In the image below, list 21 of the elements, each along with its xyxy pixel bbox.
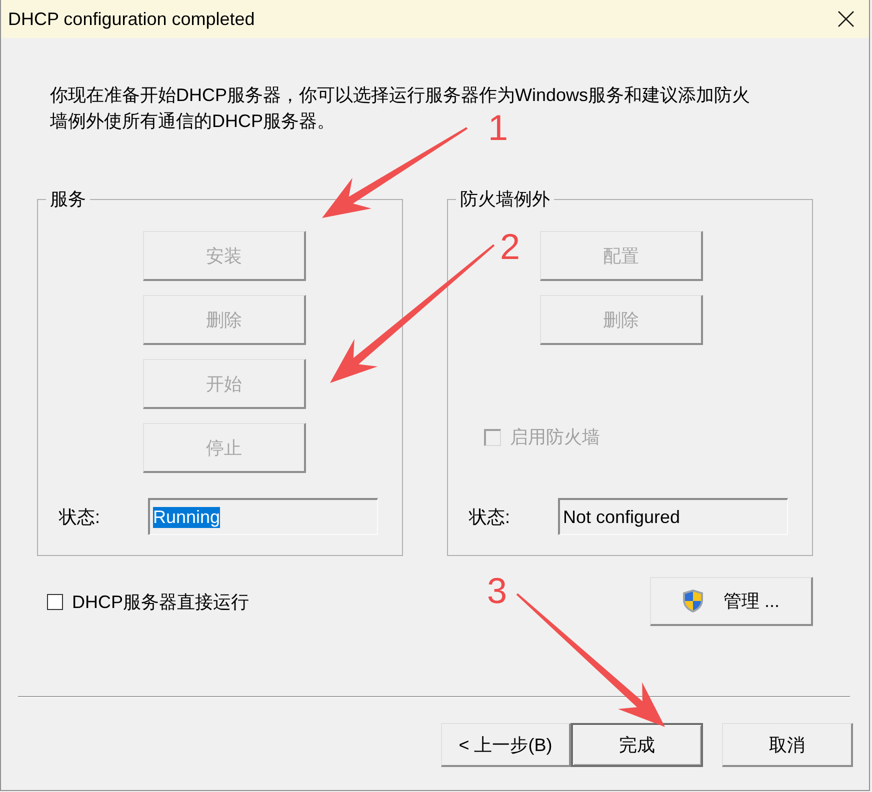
finish-button[interactable]: 完成 (571, 723, 703, 767)
window-title: DHCP configuration completed (8, 8, 255, 30)
annotation-number: 2 (500, 229, 520, 265)
status-field[interactable]: Running (148, 498, 378, 535)
status-label: 状态: (469, 506, 512, 528)
close-icon (838, 11, 854, 27)
status-field[interactable]: Not configured (558, 498, 788, 535)
annotation-number: 1 (488, 110, 508, 146)
group-title: 防火墙例外 (459, 188, 551, 211)
group-title: 服务 (49, 188, 87, 211)
checkbox-label: DHCP服务器直接运行 (72, 590, 250, 614)
cancel-button[interactable]: 取消 (722, 723, 853, 767)
back-button[interactable]: < 上一步(B) (441, 723, 571, 767)
annotation-number: 3 (487, 573, 508, 609)
description-text: 墙例外使所有通信的DHCP服务器。 (50, 110, 336, 133)
manage-button[interactable]: 管理 ... (650, 577, 813, 626)
shield-icon (682, 589, 704, 613)
description-text: 你现在准备开始DHCP服务器，你可以选择运行服务器作为Windows服务和建议添加防火 (50, 84, 750, 107)
checkbox-label: 启用防火墙 (510, 426, 600, 449)
checkbox[interactable] (47, 594, 63, 610)
status-label: 状态: (59, 506, 102, 528)
